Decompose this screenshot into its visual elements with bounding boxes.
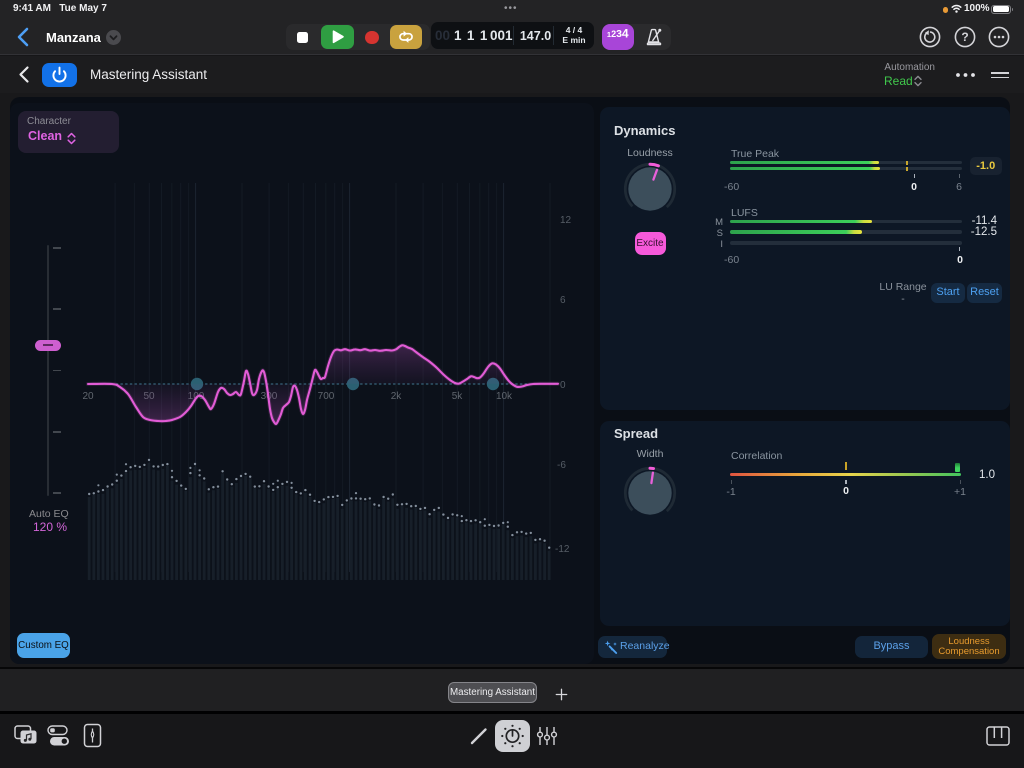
svg-text:2k: 2k [391,391,403,402]
svg-text:12: 12 [560,215,572,226]
svg-text:-12: -12 [555,544,570,555]
svg-text:6: 6 [560,295,566,306]
svg-text:-6: -6 [557,460,566,471]
svg-text:10k: 10k [496,391,513,402]
svg-text:700: 700 [318,391,335,402]
svg-text:5k: 5k [452,391,464,402]
svg-text:20: 20 [82,391,94,402]
svg-text:0: 0 [560,380,566,391]
svg-text:?: ? [961,30,968,44]
